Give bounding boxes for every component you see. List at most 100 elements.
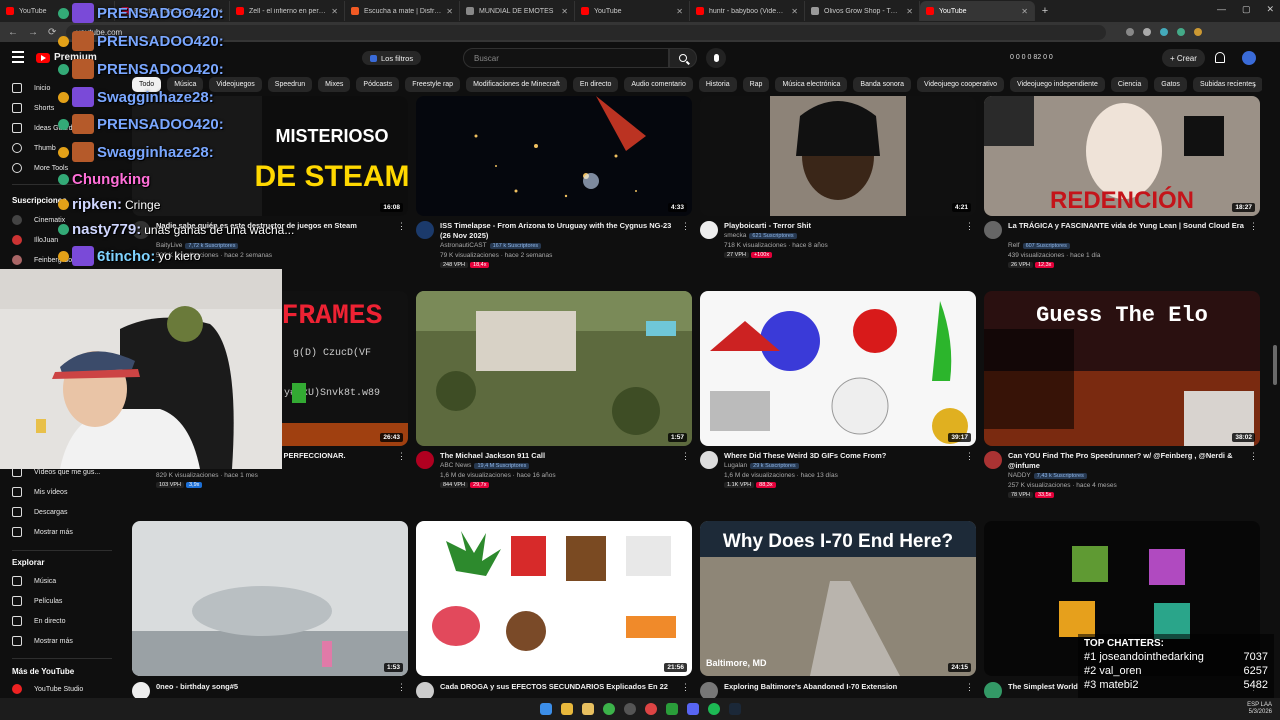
extension-icon[interactable] [1177, 28, 1186, 36]
clock[interactable]: 5/3/2026 [1247, 709, 1272, 716]
browser-tab[interactable]: Escucha a mate | Disfruta de ✕ [345, 1, 460, 21]
channel-name-text[interactable]: smecka [724, 232, 746, 239]
forward-icon[interactable]: → [28, 27, 38, 38]
channel-name-text[interactable]: Relf [1008, 242, 1020, 249]
sidebar-explore-item[interactable]: Música [12, 576, 56, 586]
browser-tab[interactable]: YouTube ✕ [920, 1, 1035, 21]
more-options-icon[interactable]: ⋮ [965, 682, 974, 693]
tab-close-icon[interactable]: ✕ [216, 7, 223, 16]
search-input[interactable]: Buscar [463, 48, 669, 68]
more-options-icon[interactable]: ⋮ [397, 682, 406, 693]
video-thumbnail[interactable]: 4:33BUENOS AIRES [416, 96, 692, 216]
sidebar-item-shorts[interactable]: Shorts [12, 103, 54, 113]
chip-ciencia[interactable]: Ciencia [1110, 77, 1149, 92]
chevron-right-icon[interactable]: › [1253, 80, 1256, 90]
channel-avatar[interactable] [984, 451, 1002, 469]
channel-name[interactable]: Relf 607 Suscriptores [1008, 242, 1070, 249]
channel-avatar[interactable] [416, 221, 434, 239]
channel-name-text[interactable]: BaityLive [156, 242, 182, 249]
channel-name[interactable]: AstronautiCAST 167 k Suscriptores [440, 242, 542, 249]
channel-name-text[interactable]: NADDY [1008, 472, 1031, 479]
more-options-icon[interactable]: ⋮ [1249, 221, 1258, 232]
reload-icon[interactable]: ⟳ [48, 27, 56, 38]
spotify-icon[interactable] [707, 703, 720, 715]
sidebar-item-chevron-down[interactable]: Mostrar más [12, 527, 73, 537]
sidebar-item-thumb[interactable]: Thumb [12, 143, 56, 153]
browser-tab[interactable]: Zell - el infierno en persona (Vi ✕ [230, 1, 345, 21]
video-title[interactable]: ISS Timelapse - From Arizona to Uruguay … [440, 221, 676, 241]
more-options-icon[interactable]: ⋮ [1249, 451, 1258, 462]
video-title[interactable]: Nadie sabe quién es este destructor de j… [156, 221, 392, 231]
video-thumbnail[interactable]: Guess The Elo38:02Guess The Elo [984, 291, 1260, 446]
sidebar-item-ideas-guardas[interactable]: Ideas Guardas [12, 123, 80, 133]
sidebar-subscription[interactable]: Cinematix [12, 215, 65, 225]
steam-icon[interactable] [728, 703, 741, 715]
page-scrollbar[interactable] [1273, 345, 1277, 385]
extension-icon[interactable] [1126, 28, 1135, 36]
channel-avatar[interactable] [700, 221, 718, 239]
chip-música-electrónica[interactable]: Música electrónica [775, 77, 848, 92]
chip-pódcasts[interactable]: Pódcasts [356, 77, 400, 92]
chip-rap[interactable]: Rap [742, 77, 770, 92]
sidebar-item-inicio[interactable]: Inicio [12, 83, 50, 93]
channel-name-text[interactable]: AstronautiCAST [440, 242, 487, 249]
obs-icon[interactable] [623, 703, 636, 715]
chip-música[interactable]: Música [167, 77, 204, 92]
more-options-icon[interactable]: ⋮ [965, 451, 974, 462]
chip-banda-sonora[interactable]: Banda sonora [853, 77, 911, 92]
new-tab-icon[interactable]: + [1035, 5, 1055, 17]
chip-audio-comentario[interactable]: Audio comentario [624, 77, 693, 92]
sidebar-explore-item[interactable]: Mostrar más [12, 636, 73, 646]
channel-name[interactable]: smecka 621 Suscriptores [724, 232, 797, 239]
chip-videojuegos[interactable]: Videojuegos [209, 77, 262, 92]
chip-subidas-recientes[interactable]: Subidas recientes [1192, 77, 1262, 92]
video-thumbnail[interactable]: MISTERIOSODE STEAM16:08EL RESEÑADOR MIST… [132, 96, 408, 216]
browser-tab[interactable]: YouTube ✕ [575, 1, 690, 21]
browser-tab[interactable]: Olivos Grow Shop - Tu tienda ✕ [805, 1, 920, 21]
video-title[interactable]: Exploring Baltimore's Abandoned I-70 Ext… [724, 682, 960, 692]
account-avatar[interactable] [1242, 51, 1256, 65]
browser-tab[interactable]: MUNDIAL DE EMOTES ✕ [460, 1, 575, 21]
video-thumbnail[interactable]: Why Does I-70 End Here? Baltimore, MD 24:1… [700, 521, 976, 676]
browser-tab[interactable]: huntr - babyboo (Video Oficia ✕ [690, 1, 805, 21]
tab-close-icon[interactable]: ✕ [1021, 7, 1028, 16]
video-thumbnail[interactable]: 4:21 [700, 96, 976, 216]
search-button[interactable] [669, 48, 697, 68]
tab-close-icon[interactable]: ✕ [446, 7, 453, 16]
sidebar-item-video[interactable]: Mis vídeos [12, 487, 67, 497]
tab-close-icon[interactable]: ✕ [561, 7, 568, 16]
more-options-icon[interactable]: ⋮ [397, 221, 406, 232]
chip-todo[interactable]: Todo [132, 77, 162, 92]
channel-name[interactable]: NADDY 7,43 k Suscriptores [1008, 472, 1087, 479]
discord-icon[interactable] [686, 703, 699, 715]
chip-freestyle-rap[interactable]: Freestyle rap [405, 77, 461, 92]
more-options-icon[interactable]: ⋮ [397, 451, 406, 462]
app-icon[interactable] [665, 703, 678, 715]
more-options-icon[interactable]: ⋮ [681, 221, 690, 232]
chip-modificaciones-de-minecraft[interactable]: Modificaciones de Minecraft [466, 77, 567, 92]
start-icon[interactable] [539, 703, 552, 715]
minimize-icon[interactable]: — [1217, 4, 1226, 15]
sidebar-item-more-tools[interactable]: More Tools [12, 163, 68, 173]
back-icon[interactable]: ← [8, 27, 18, 38]
sidebar-subscription[interactable]: Feinberg Socks [12, 255, 83, 265]
more-options-icon[interactable]: ⋮ [681, 682, 690, 693]
sidebar-item-youtube-studio[interactable]: YouTube Studio [12, 684, 83, 694]
bookmark-star-icon[interactable] [1143, 28, 1152, 36]
channel-name[interactable]: Lugalan 29 k Suscriptores [724, 462, 799, 469]
chip-speedrun[interactable]: Speedrun [267, 77, 313, 92]
folder-icon[interactable] [581, 703, 594, 715]
video-thumbnail[interactable]: 1:57 [416, 291, 692, 446]
filters-button[interactable]: Los filtros [362, 51, 422, 65]
video-title[interactable]: 0neo - birthday song#5 [156, 682, 392, 692]
tab-close-icon[interactable]: ✕ [906, 7, 913, 16]
video-thumbnail[interactable]: 1:53 [132, 521, 408, 676]
channel-avatar[interactable] [984, 221, 1002, 239]
tab-close-icon[interactable]: ✕ [676, 7, 683, 16]
browser-tab[interactable]: Emotes - Matecapp - Ranking ✕ [115, 1, 230, 21]
file-explorer-icon[interactable] [560, 703, 573, 715]
profile-icon[interactable] [1194, 28, 1203, 36]
video-title[interactable]: La TRÁGICA y FASCINANTE vida de Yung Lea… [1008, 221, 1244, 231]
tab-close-icon[interactable]: ✕ [791, 7, 798, 16]
video-thumbnail[interactable]: 21:56 [416, 521, 692, 676]
